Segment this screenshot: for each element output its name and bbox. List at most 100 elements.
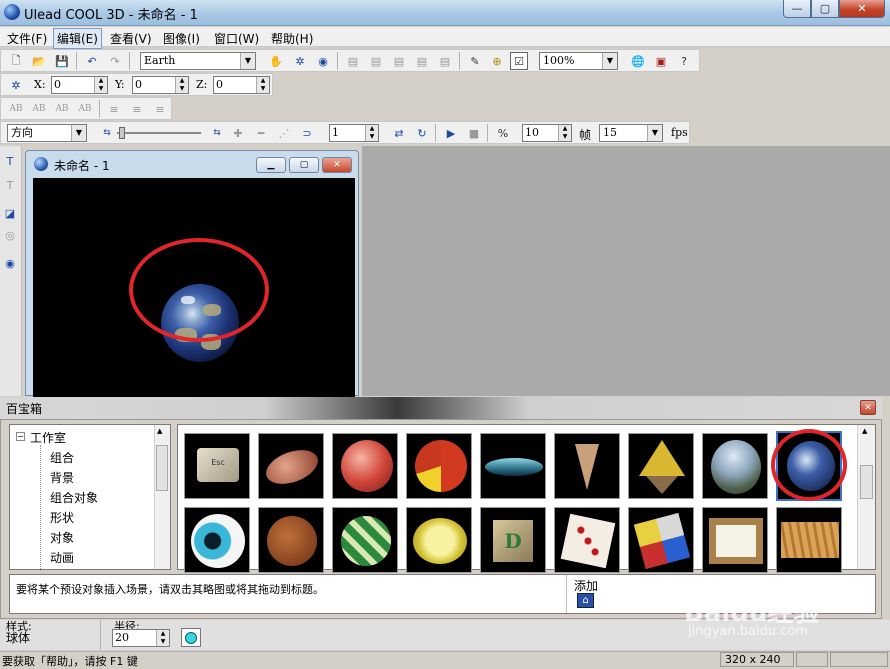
tree-item-animation[interactable]: 动画 <box>50 549 74 566</box>
menu-window[interactable]: 窗口(W) <box>211 29 262 48</box>
spin-arrows-icon[interactable]: ▲ ▼ <box>365 125 378 141</box>
reverse-icon[interactable]: ⊃ <box>298 124 316 142</box>
thumb-pyramid[interactable] <box>628 433 694 499</box>
add-key-icon[interactable]: ✚ <box>229 124 247 142</box>
thumb-earth[interactable] <box>771 429 847 501</box>
export-icon[interactable]: ▣ <box>652 52 670 70</box>
3d-viewport[interactable] <box>33 178 355 397</box>
thumb-esc-key[interactable]: Esc <box>184 433 250 499</box>
layout-icon-1[interactable]: ▤ <box>344 52 362 70</box>
chevron-down-icon[interactable]: ▼ <box>71 125 86 141</box>
menu-file[interactable]: 文件(F) <box>4 29 50 48</box>
scroll-up-icon[interactable]: ▲ <box>157 427 162 435</box>
thumb-colorful-ball[interactable] <box>406 433 472 499</box>
x-input[interactable]: 0 ▲ ▼ <box>51 76 108 94</box>
thumb-pattern-ball[interactable] <box>332 507 398 573</box>
close-button[interactable]: ✕ <box>839 0 885 18</box>
edit-object-icon[interactable]: ◎ <box>1 226 19 244</box>
spin-arrows-icon[interactable]: ▲ ▼ <box>94 77 107 93</box>
object-select[interactable]: Earth ▼ <box>140 52 256 70</box>
spin-arrows-icon[interactable]: ▲ ▼ <box>156 630 169 646</box>
collapse-icon[interactable]: − <box>16 432 25 441</box>
easy-palette-close-button[interactable]: ✕ <box>860 400 876 415</box>
thumb-wood[interactable] <box>776 507 842 573</box>
insert-text-icon[interactable]: T <box>1 152 19 170</box>
thumb-eyeball[interactable] <box>184 507 250 573</box>
thumb-fuzzy-ball[interactable] <box>258 507 324 573</box>
new-file-icon[interactable]: 🗋 <box>7 52 25 70</box>
slider-thumb[interactable] <box>119 127 125 139</box>
fps-select[interactable]: 15 ▼ <box>599 124 663 142</box>
redo-icon[interactable]: ↷ <box>106 52 124 70</box>
spin-arrows-icon[interactable]: ▲ ▼ <box>256 77 269 93</box>
scroll-thumb[interactable] <box>860 465 873 499</box>
thumb-letter-d-block[interactable]: D <box>480 507 546 573</box>
spin-arrows-icon[interactable]: ▲ ▼ <box>558 125 571 141</box>
align-left-icon[interactable]: ≡ <box>105 100 123 118</box>
color-swatch[interactable] <box>181 628 201 647</box>
spin-arrows-icon[interactable]: ▲ ▼ <box>175 77 188 93</box>
keyframe-icon[interactable]: ⇆ <box>208 124 226 142</box>
attribute-select[interactable]: 方向 ▼ <box>7 124 87 142</box>
menu-view[interactable]: 查看(V) <box>107 29 155 48</box>
thumb-cone[interactable] <box>554 433 620 499</box>
align-center-icon[interactable]: ≡ <box>128 100 146 118</box>
insert-object-icon[interactable]: ◪ <box>1 204 19 222</box>
menu-help[interactable]: 帮助(H) <box>268 29 316 48</box>
text-format-icon[interactable]: AB <box>53 100 71 118</box>
stop-icon[interactable]: ■ <box>465 124 483 142</box>
menu-edit[interactable]: 编辑(E) <box>53 28 102 49</box>
hand-icon[interactable]: ✋ <box>267 52 285 70</box>
position-icon[interactable]: ✲ <box>7 76 25 94</box>
scroll-thumb[interactable] <box>156 445 168 491</box>
y-input[interactable]: 0 ▲ ▼ <box>132 76 189 94</box>
thumb-picture-frame[interactable] <box>702 507 768 573</box>
split-icon[interactable]: ⋰ <box>275 124 293 142</box>
text-format-icon[interactable]: AB <box>30 100 48 118</box>
globe-icon[interactable]: ⊕ <box>488 52 506 70</box>
thumb-basketball[interactable] <box>332 433 398 499</box>
radius-input[interactable]: 20 ▲ ▼ <box>112 629 170 647</box>
tree-item-group[interactable]: 组合 <box>50 449 74 466</box>
z-input[interactable]: 0 ▲ ▼ <box>213 76 270 94</box>
brush-icon[interactable]: ✎ <box>466 52 484 70</box>
layout-icon-5[interactable]: ▤ <box>436 52 454 70</box>
insert-geometry-icon[interactable]: ◉ <box>1 254 19 272</box>
tree-item-group-object[interactable]: 组合对象 <box>50 489 98 506</box>
keyframe-icon[interactable]: ⇆ <box>98 124 116 142</box>
thumb-ufo[interactable] <box>480 433 546 499</box>
tree-item-shape[interactable]: 形状 <box>50 509 74 526</box>
zoom-select[interactable]: 100% ▼ <box>539 52 618 70</box>
text-format-icon[interactable]: AB <box>7 100 25 118</box>
tree-item-object[interactable]: 对象 <box>50 529 74 546</box>
chevron-down-icon[interactable]: ▼ <box>647 125 662 141</box>
loop-icon[interactable]: ⇄ <box>390 124 408 142</box>
chevron-down-icon[interactable]: ▼ <box>602 53 617 69</box>
remove-key-icon[interactable]: ━ <box>252 124 270 142</box>
layout-icon-4[interactable]: ▤ <box>413 52 431 70</box>
refresh-icon[interactable]: ↻ <box>413 124 431 142</box>
menu-image[interactable]: 图像(I) <box>160 29 203 48</box>
text-format-icon[interactable]: AB <box>76 100 94 118</box>
thumb-dice[interactable] <box>554 507 620 573</box>
frame-input[interactable]: 1 ▲ ▼ <box>329 124 379 142</box>
chevron-down-icon[interactable]: ▼ <box>240 53 255 69</box>
tree-scrollbar[interactable]: ▲ <box>154 425 170 569</box>
doc-minimize-button[interactable]: ▁ <box>256 157 286 173</box>
doc-maximize-button[interactable]: ▢ <box>289 157 319 173</box>
thumb-lemon-slice[interactable] <box>406 507 472 573</box>
align-right-icon[interactable]: ≡ <box>151 100 169 118</box>
thumb-mountain-sphere[interactable] <box>702 433 768 499</box>
undo-icon[interactable]: ↶ <box>83 52 101 70</box>
tree-root-studio[interactable]: 工作室 <box>30 429 66 446</box>
total-frames-input[interactable]: 10 ▲ ▼ <box>522 124 572 142</box>
add-to-scene-icon[interactable]: ⌂ <box>577 593 594 608</box>
maximize-button[interactable]: ▢ <box>811 0 839 18</box>
thumb-rubiks-cube[interactable] <box>628 507 694 573</box>
doc-close-button[interactable]: ✕ <box>322 157 352 173</box>
edit-text-icon[interactable]: T <box>1 176 19 194</box>
rotate-icon[interactable]: ✲ <box>291 52 309 70</box>
gallery-scrollbar[interactable]: ▲ <box>857 425 875 569</box>
timeline-slider[interactable] <box>117 127 201 139</box>
web-icon[interactable]: 🌐 <box>629 52 647 70</box>
